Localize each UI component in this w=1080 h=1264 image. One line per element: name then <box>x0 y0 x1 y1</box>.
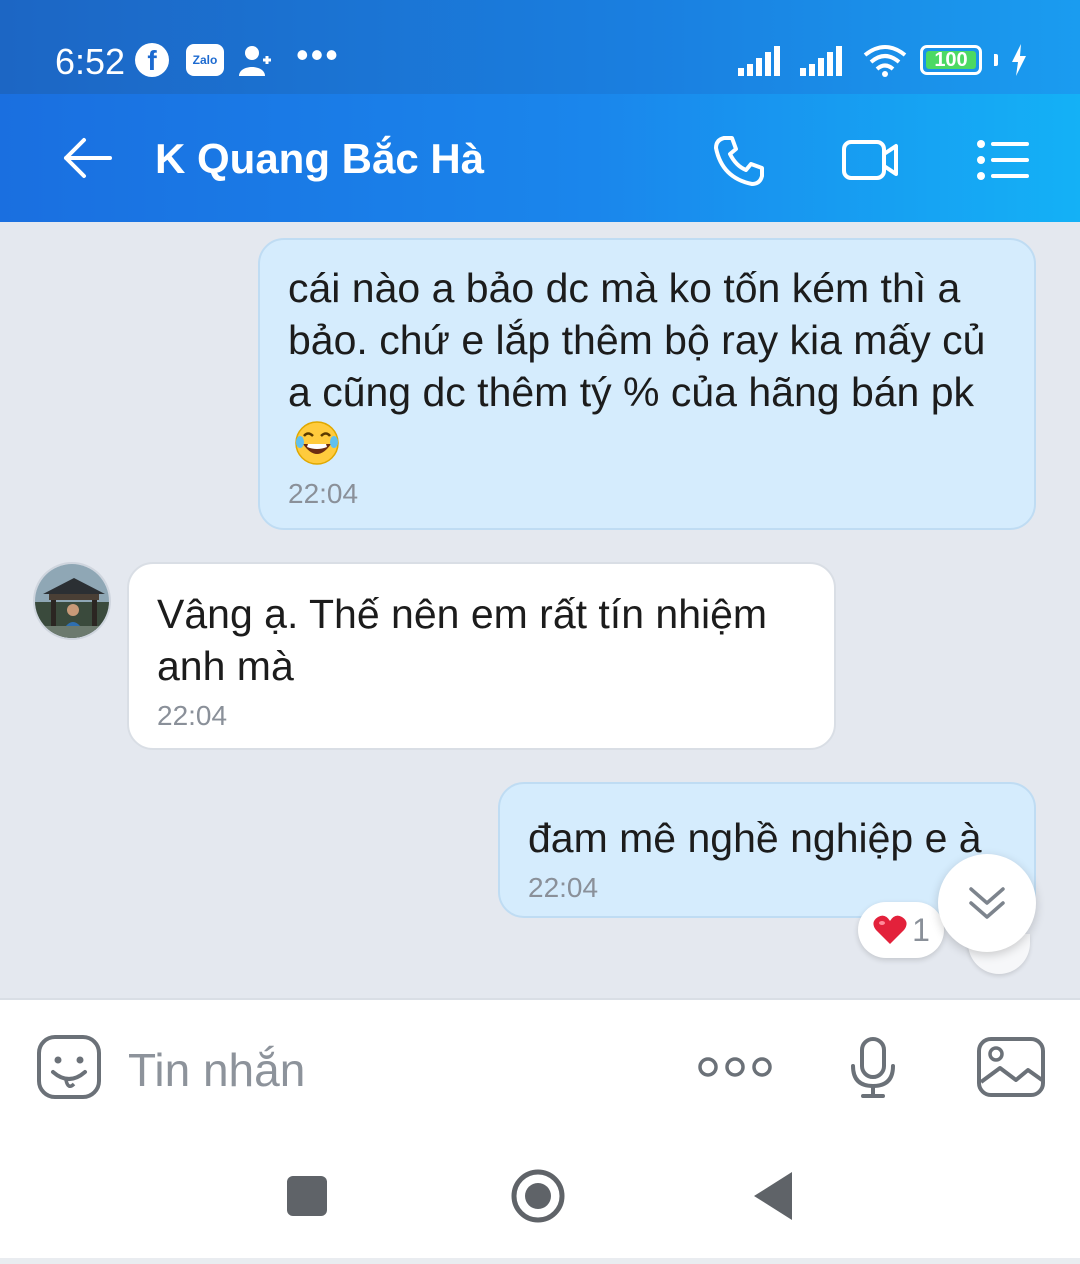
phone-icon[interactable] <box>708 132 768 188</box>
status-time: 6:52 <box>55 41 126 82</box>
message-time: 22:04 <box>288 478 359 509</box>
status-bar: 6:52 f Zalo ••• 100 <box>0 0 1080 94</box>
chat-header: K Quang Bắc Hà <box>0 94 1080 222</box>
home-button[interactable] <box>510 1168 566 1224</box>
message-bubble-outgoing[interactable]: cái nào a bảo dc mà ko tốn kém thì a bảo… <box>258 238 1036 530</box>
nav-back-button[interactable] <box>752 1170 794 1222</box>
signal-icon <box>738 46 780 76</box>
laughing-tears-emoji <box>295 421 339 465</box>
double-chevron-down-icon <box>969 887 1005 919</box>
battery-level: 100 <box>934 48 968 71</box>
zalo-icon: Zalo <box>186 44 224 76</box>
battery-tip <box>994 54 998 66</box>
back-arrow-icon[interactable] <box>58 130 118 186</box>
message-input[interactable] <box>128 1040 648 1100</box>
scroll-to-bottom-button[interactable] <box>938 854 1036 952</box>
signal-icon <box>800 46 842 76</box>
message-composer <box>0 998 1080 1136</box>
battery-icon: 100 <box>920 45 982 75</box>
chat-title[interactable]: K Quang Bắc Hà <box>155 134 484 184</box>
avatar[interactable] <box>33 562 111 640</box>
message-text: đam mê nghề nghiệp e à <box>528 815 982 861</box>
message-text: Vâng ạ. Thế nên em rất tín nhiệm anh mà <box>157 591 768 689</box>
system-nav-bar <box>0 1136 1080 1264</box>
microphone-icon[interactable] <box>848 1036 898 1100</box>
bottom-strip <box>0 1258 1080 1264</box>
charging-icon <box>1012 44 1026 76</box>
message-text: cái nào a bảo dc mà ko tốn kém thì a bảo… <box>288 265 986 415</box>
message-time: 22:04 <box>157 700 228 731</box>
heart-icon <box>873 915 907 944</box>
person-add-icon <box>239 46 271 76</box>
recent-apps-button[interactable] <box>287 1176 327 1216</box>
menu-list-icon[interactable] <box>973 132 1033 188</box>
wifi-icon <box>863 45 907 77</box>
sticker-icon[interactable] <box>36 1034 102 1100</box>
more-dots-icon: ••• <box>296 34 340 75</box>
message-list[interactable]: cái nào a bảo dc mà ko tốn kém thì a bảo… <box>0 222 1080 998</box>
reaction-badge[interactable]: 1 <box>858 902 944 958</box>
reaction-count: 1 <box>912 911 930 948</box>
message-bubble-incoming[interactable]: Vâng ạ. Thế nên em rất tín nhiệm anh mà … <box>127 562 836 750</box>
more-options-icon[interactable] <box>696 1050 774 1084</box>
facebook-icon: f <box>135 43 169 77</box>
image-icon[interactable] <box>976 1036 1046 1098</box>
video-camera-icon[interactable] <box>840 132 900 188</box>
message-time: 22:04 <box>528 872 599 903</box>
